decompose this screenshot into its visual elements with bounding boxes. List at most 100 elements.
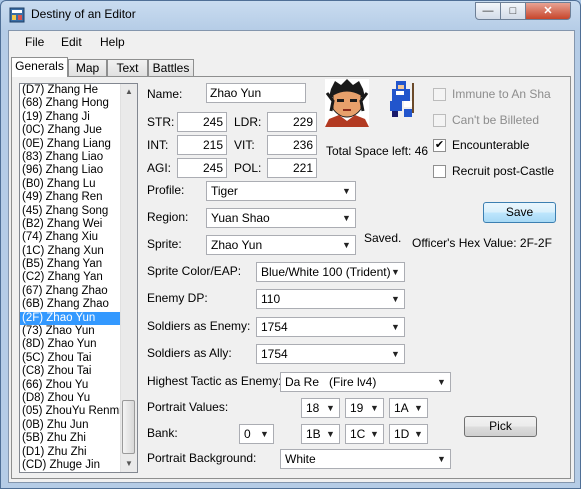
list-item[interactable]: (C2) Zhang Yan	[20, 271, 123, 284]
soldiers-enemy-select[interactable]: 1754 ▼	[256, 317, 405, 337]
scroll-down-icon[interactable]: ▼	[121, 456, 137, 472]
list-item[interactable]: (73) Zhao Yun	[20, 325, 123, 338]
chevron-down-icon: ▼	[414, 403, 423, 413]
list-item[interactable]: (49) Zhang Ren	[20, 191, 123, 204]
list-item[interactable]: (66) Zhou Yu	[20, 379, 123, 392]
list-item[interactable]: (8D) Zhao Yun	[20, 338, 123, 351]
list-item[interactable]: (68) Zhang Hong	[20, 97, 123, 110]
tactic-value: Da Re (Fire lv4)	[285, 375, 377, 389]
portrait-value-1: 18	[306, 401, 320, 415]
agi-input[interactable]: 245	[177, 158, 227, 178]
maximize-button[interactable]: □	[500, 2, 526, 20]
list-item[interactable]: (B2) Zhang Wei	[20, 218, 123, 231]
pol-input[interactable]: 221	[267, 158, 317, 178]
list-item[interactable]: (74) Zhang Xiu	[20, 231, 123, 244]
immune-checkbox[interactable]	[433, 88, 446, 101]
chevron-down-icon: ▼	[370, 429, 379, 439]
list-item[interactable]: (2F) Zhao Yun	[20, 311, 123, 326]
bank-value-1-select[interactable]: 1B ▼	[301, 424, 340, 444]
sprite-color-value: Blue/White 100 (Trident)	[261, 265, 391, 279]
scroll-up-icon[interactable]: ▲	[121, 84, 137, 100]
list-item[interactable]: (CD) Zhuge Jin	[20, 459, 123, 472]
menu-edit[interactable]: Edit	[61, 35, 82, 49]
sprite-image	[390, 81, 414, 117]
portrait-value-3-select[interactable]: 1A ▼	[389, 398, 428, 418]
list-item[interactable]: (B0) Zhang Lu	[20, 178, 123, 191]
chevron-down-icon: ▼	[391, 349, 400, 359]
list-item[interactable]: (19) Zhang Ji	[20, 111, 123, 124]
list-item[interactable]: (5B) Zhu Zhi	[20, 432, 123, 445]
billeted-checkbox[interactable]	[433, 114, 446, 127]
scroll-thumb[interactable]	[122, 400, 135, 454]
window-title: Destiny of an Editor	[31, 7, 136, 21]
list-item[interactable]: (83) Zhang Liao	[20, 151, 123, 164]
pick-button[interactable]: Pick	[464, 416, 537, 437]
bank-value-3-select[interactable]: 1D ▼	[389, 424, 428, 444]
menu-bar: File Edit Help	[9, 31, 574, 53]
enemy-dp-select[interactable]: 110 ▼	[256, 289, 405, 309]
tab-map[interactable]: Map	[68, 59, 107, 76]
list-item[interactable]: (C8) Zhou Tai	[20, 365, 123, 378]
list-item[interactable]: (0C) Zhang Jue	[20, 124, 123, 137]
portrait-values-label: Portrait Values:	[147, 400, 229, 414]
soldiers-ally-value: 1754	[261, 347, 288, 361]
encounterable-label: Encounterable	[452, 138, 530, 152]
list-item[interactable]: (D1) Zhu Zhi	[20, 446, 123, 459]
list-item[interactable]: (05) ZhouYu Renmng	[20, 405, 132, 418]
chevron-down-icon: ▼	[391, 294, 400, 304]
list-item[interactable]: (67) Zhang Zhao	[20, 285, 123, 298]
close-button[interactable]: ✕	[525, 2, 571, 20]
str-input[interactable]: 245	[177, 112, 227, 132]
minimize-button[interactable]: —	[475, 2, 501, 20]
name-input[interactable]: Zhao Yun	[206, 83, 306, 103]
total-space-text: Total Space left: 46	[326, 144, 429, 158]
portrait-value-2: 19	[350, 401, 364, 415]
sprite-color-select[interactable]: Blue/White 100 (Trident) ▼	[256, 262, 405, 282]
list-item[interactable]: (1C) Zhang Xun	[20, 245, 123, 258]
list-item[interactable]: (0E) Zhang Liang	[20, 138, 123, 151]
soldiers-ally-select[interactable]: 1754 ▼	[256, 344, 405, 364]
ldr-input[interactable]: 229	[267, 112, 317, 132]
list-item[interactable]: (D7) Zhang He	[20, 84, 123, 97]
list-item[interactable]: (96) Zhang Liao	[20, 164, 123, 177]
tab-generals[interactable]: Generals	[11, 57, 68, 77]
tactic-select[interactable]: Da Re (Fire lv4) ▼	[280, 372, 451, 392]
menu-file[interactable]: File	[25, 35, 44, 49]
chevron-down-icon: ▼	[370, 403, 379, 413]
vit-input[interactable]: 236	[267, 135, 317, 155]
menu-help[interactable]: Help	[100, 35, 125, 49]
list-scrollbar[interactable]: ▲ ▼	[120, 84, 137, 472]
portrait-bg-select[interactable]: White ▼	[280, 449, 451, 469]
list-item[interactable]: (45) Zhang Song	[20, 205, 123, 218]
region-label: Region:	[147, 210, 189, 224]
int-input[interactable]: 215	[177, 135, 227, 155]
list-item[interactable]: (0B) Zhu Jun	[20, 419, 123, 432]
recruit-label: Recruit post-Castle	[452, 164, 555, 178]
portrait-value-2-select[interactable]: 19 ▼	[345, 398, 384, 418]
chevron-down-icon: ▼	[437, 454, 446, 464]
bank-value-2-select[interactable]: 1C ▼	[345, 424, 384, 444]
list-item[interactable]: (B5) Zhang Yan	[20, 258, 123, 271]
bank-select[interactable]: 0 ▼	[239, 424, 274, 444]
region-select[interactable]: Yuan Shao ▼	[206, 208, 356, 228]
save-button[interactable]: Save	[483, 202, 556, 223]
profile-value: Tiger	[211, 184, 238, 198]
str-label: STR:	[147, 115, 175, 129]
list-item[interactable]: (D8) Zhou Yu	[20, 392, 123, 405]
encounterable-checkbox[interactable]: ✔	[433, 139, 446, 152]
recruit-checkbox[interactable]	[433, 165, 446, 178]
sprite-value: Zhao Yun	[211, 238, 263, 252]
list-item[interactable]: (2B) Zou Dan	[20, 472, 123, 473]
profile-select[interactable]: Tiger ▼	[206, 181, 356, 201]
tab-text[interactable]: Text	[107, 59, 148, 76]
title-bar[interactable]: Destiny of an Editor — □ ✕	[1, 1, 580, 29]
soldiers-ally-label: Soldiers as Ally:	[147, 346, 232, 360]
generals-list[interactable]: (D7) Zhang He (68) Zhang Hong (19) Zhang J…	[19, 83, 138, 473]
list-item[interactable]: (5C) Zhou Tai	[20, 352, 123, 365]
chevron-down-icon: ▼	[326, 403, 335, 413]
sprite-select[interactable]: Zhao Yun ▼	[206, 235, 356, 255]
generals-panel: (D7) Zhang He (68) Zhang Hong (19) Zhang J…	[11, 76, 571, 479]
list-item[interactable]: (6B) Zhang Zhao	[20, 298, 123, 311]
portrait-value-1-select[interactable]: 18 ▼	[301, 398, 340, 418]
tab-battles[interactable]: Battles	[148, 59, 194, 76]
